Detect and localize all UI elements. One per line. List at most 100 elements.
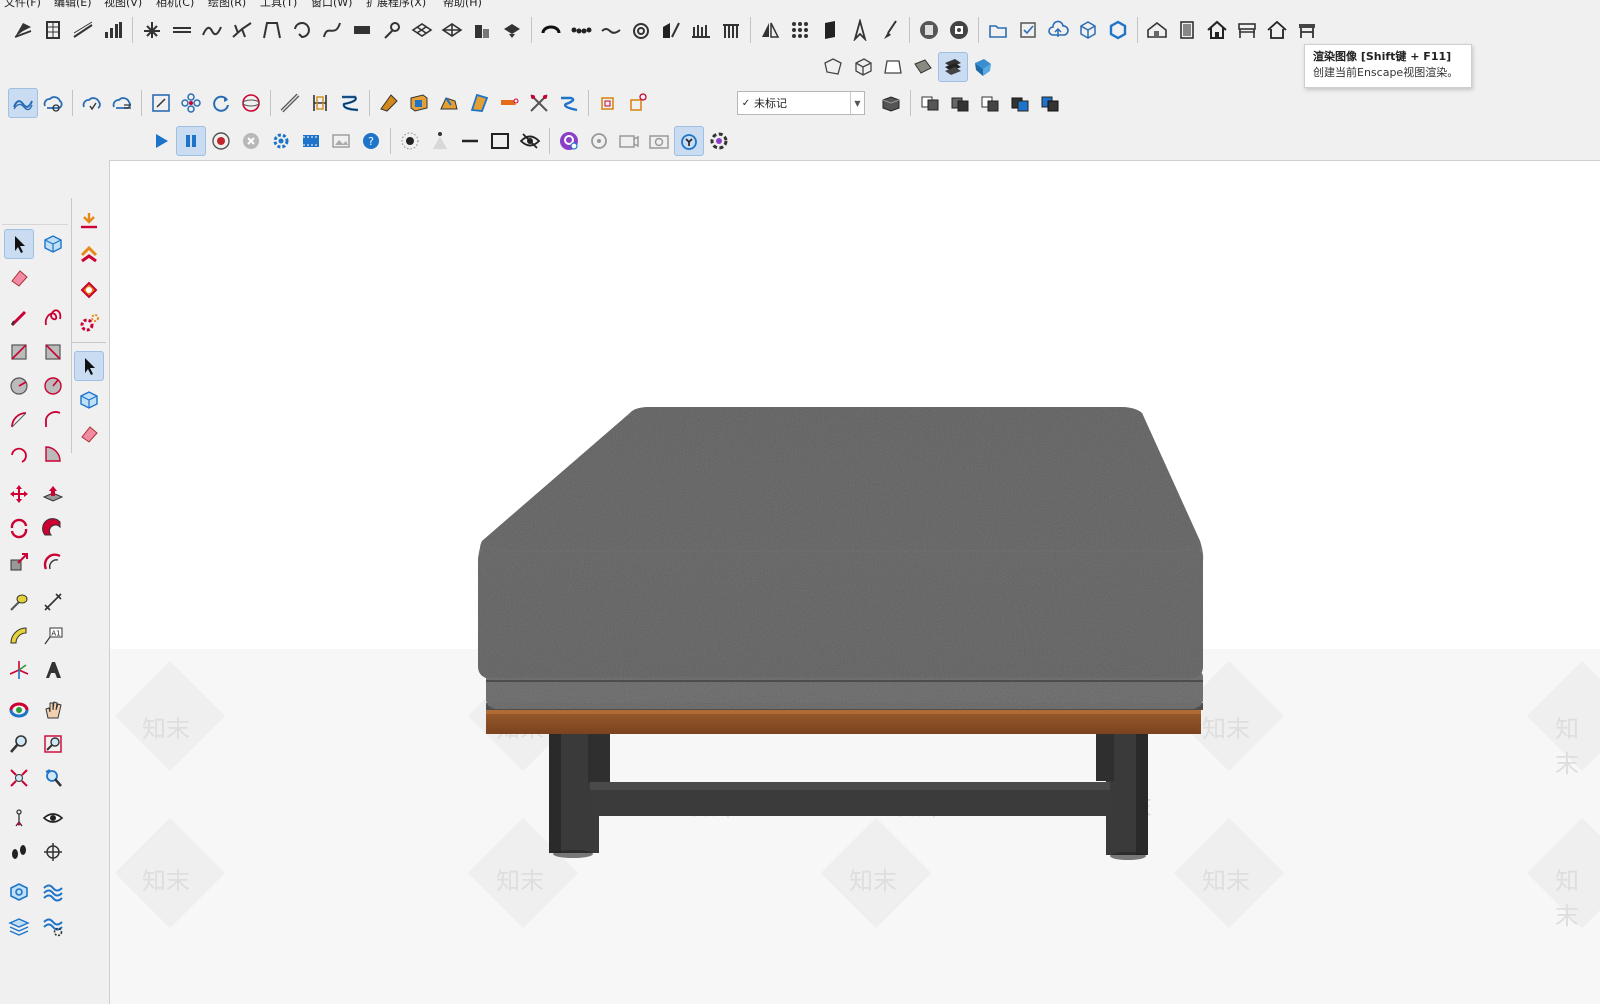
menu-file[interactable]: 文件(F) bbox=[4, 0, 41, 8]
extrude-icon[interactable] bbox=[374, 88, 404, 118]
scale-icon[interactable] bbox=[4, 547, 34, 577]
pillars-icon[interactable] bbox=[716, 15, 746, 45]
layers-tool-icon[interactable] bbox=[4, 911, 34, 941]
sphere-icon[interactable] bbox=[236, 88, 266, 118]
bracket-icon[interactable] bbox=[305, 88, 335, 118]
paint-bucket-icon[interactable] bbox=[74, 274, 104, 304]
component-c-icon[interactable] bbox=[945, 88, 975, 118]
line-light-icon[interactable] bbox=[455, 126, 485, 156]
enscape-launch-icon[interactable] bbox=[914, 15, 944, 45]
walk-icon[interactable] bbox=[4, 837, 34, 867]
play-icon[interactable] bbox=[146, 126, 176, 156]
wave-icon[interactable] bbox=[197, 15, 227, 45]
dimension-icon[interactable] bbox=[167, 15, 197, 45]
component-d-icon[interactable] bbox=[975, 88, 1005, 118]
eraser-secondary-icon[interactable] bbox=[74, 419, 104, 449]
select-secondary-icon[interactable] bbox=[74, 351, 104, 381]
component-secondary-icon[interactable] bbox=[74, 385, 104, 415]
loop-icon[interactable] bbox=[287, 15, 317, 45]
shape-up-icon[interactable] bbox=[74, 240, 104, 270]
menu-tools[interactable]: 工具(T) bbox=[260, 0, 297, 8]
section-plane-icon[interactable] bbox=[38, 15, 68, 45]
enscape-stop-icon[interactable] bbox=[944, 15, 974, 45]
lattice-icon[interactable] bbox=[437, 15, 467, 45]
component-f-icon[interactable] bbox=[1035, 88, 1065, 118]
package-icon[interactable] bbox=[1073, 15, 1103, 45]
section-plane-tool-icon[interactable] bbox=[38, 837, 68, 867]
pie-icon[interactable] bbox=[38, 439, 68, 469]
component-e-icon[interactable] bbox=[1005, 88, 1035, 118]
home-icon[interactable] bbox=[1202, 15, 1232, 45]
branch-icon[interactable] bbox=[227, 15, 257, 45]
pan-icon[interactable] bbox=[38, 695, 68, 725]
push-pull-icon[interactable] bbox=[38, 479, 68, 509]
gear-settings-icon[interactable] bbox=[74, 308, 104, 338]
menu-help[interactable]: 帮助(H) bbox=[443, 0, 482, 8]
text-tool-icon[interactable]: A1 bbox=[38, 621, 68, 651]
sandbox-contour-icon[interactable] bbox=[8, 88, 38, 118]
sandbox-settings-icon[interactable] bbox=[38, 911, 68, 941]
record-icon[interactable] bbox=[206, 126, 236, 156]
move-frame-icon[interactable] bbox=[623, 88, 653, 118]
camera-video-icon[interactable] bbox=[614, 126, 644, 156]
mesh-grid-icon[interactable] bbox=[407, 15, 437, 45]
xray-icon[interactable] bbox=[818, 52, 848, 82]
ottoman-model[interactable] bbox=[110, 161, 1600, 1004]
scale-box-icon[interactable] bbox=[146, 88, 176, 118]
menu-draw[interactable]: 绘图(R) bbox=[208, 0, 246, 8]
flatten-icon[interactable] bbox=[347, 15, 377, 45]
pencil-icon[interactable] bbox=[4, 303, 34, 333]
roof-icon[interactable] bbox=[1262, 15, 1292, 45]
camera-icon[interactable] bbox=[644, 126, 674, 156]
house-icon[interactable] bbox=[1142, 15, 1172, 45]
freehand-icon[interactable] bbox=[38, 303, 68, 333]
frame-icon[interactable] bbox=[593, 88, 623, 118]
split-icon[interactable] bbox=[656, 15, 686, 45]
squiggle-icon[interactable] bbox=[596, 15, 626, 45]
rectangle-icon[interactable] bbox=[4, 337, 34, 367]
mirror-icon[interactable] bbox=[755, 15, 785, 45]
columns-icon[interactable] bbox=[686, 15, 716, 45]
flower-settings-icon[interactable] bbox=[704, 126, 734, 156]
tape-measure-icon[interactable] bbox=[4, 587, 34, 617]
folder-icon[interactable] bbox=[983, 15, 1013, 45]
door-icon[interactable] bbox=[1172, 15, 1202, 45]
previous-view-icon[interactable] bbox=[38, 763, 68, 793]
model-viewport[interactable]: 知末 知末 知末 知末 知末 知末 知末 知末 知末 知末 知末 知末 bbox=[109, 160, 1600, 1004]
hide-eye-icon[interactable] bbox=[515, 126, 545, 156]
hidden-line-icon[interactable] bbox=[878, 52, 908, 82]
sandbox-tool-icon[interactable] bbox=[38, 877, 68, 907]
flag-icon[interactable] bbox=[494, 88, 524, 118]
position-camera-icon[interactable] bbox=[4, 803, 34, 833]
wireframe-icon[interactable] bbox=[848, 52, 878, 82]
menu-camera[interactable]: 相机(C) bbox=[156, 0, 194, 8]
bar-chart-icon[interactable] bbox=[98, 15, 128, 45]
mallet-icon[interactable] bbox=[554, 88, 584, 118]
video-icon[interactable] bbox=[296, 126, 326, 156]
sandbox-scratch-icon[interactable] bbox=[38, 88, 68, 118]
eraser-icon[interactable] bbox=[4, 263, 34, 293]
monochrome-icon[interactable] bbox=[968, 52, 998, 82]
pause-icon[interactable] bbox=[176, 126, 206, 156]
timer-icon[interactable] bbox=[674, 126, 704, 156]
offset-icon[interactable] bbox=[38, 547, 68, 577]
arch-icon[interactable] bbox=[257, 15, 287, 45]
scissors-icon[interactable] bbox=[524, 88, 554, 118]
download-icon[interactable] bbox=[74, 206, 104, 236]
cloud-flip-icon[interactable] bbox=[107, 88, 137, 118]
menu-edit[interactable]: 编辑(E) bbox=[54, 0, 92, 8]
rect-light-icon[interactable] bbox=[485, 126, 515, 156]
stool-icon[interactable] bbox=[1292, 15, 1322, 45]
buildings-icon[interactable] bbox=[467, 15, 497, 45]
light-cone-icon[interactable] bbox=[425, 126, 455, 156]
look-around-icon[interactable] bbox=[38, 803, 68, 833]
shaded-texture-icon[interactable] bbox=[938, 52, 968, 82]
spline-icon[interactable] bbox=[317, 15, 347, 45]
follow-me-icon[interactable] bbox=[38, 513, 68, 543]
box-icon[interactable] bbox=[404, 88, 434, 118]
menu-view[interactable]: 视图(V) bbox=[104, 0, 142, 8]
wedge-icon[interactable] bbox=[434, 88, 464, 118]
cone-icon[interactable] bbox=[464, 88, 494, 118]
panel-icon[interactable] bbox=[815, 15, 845, 45]
cloud-curve-icon[interactable] bbox=[77, 88, 107, 118]
